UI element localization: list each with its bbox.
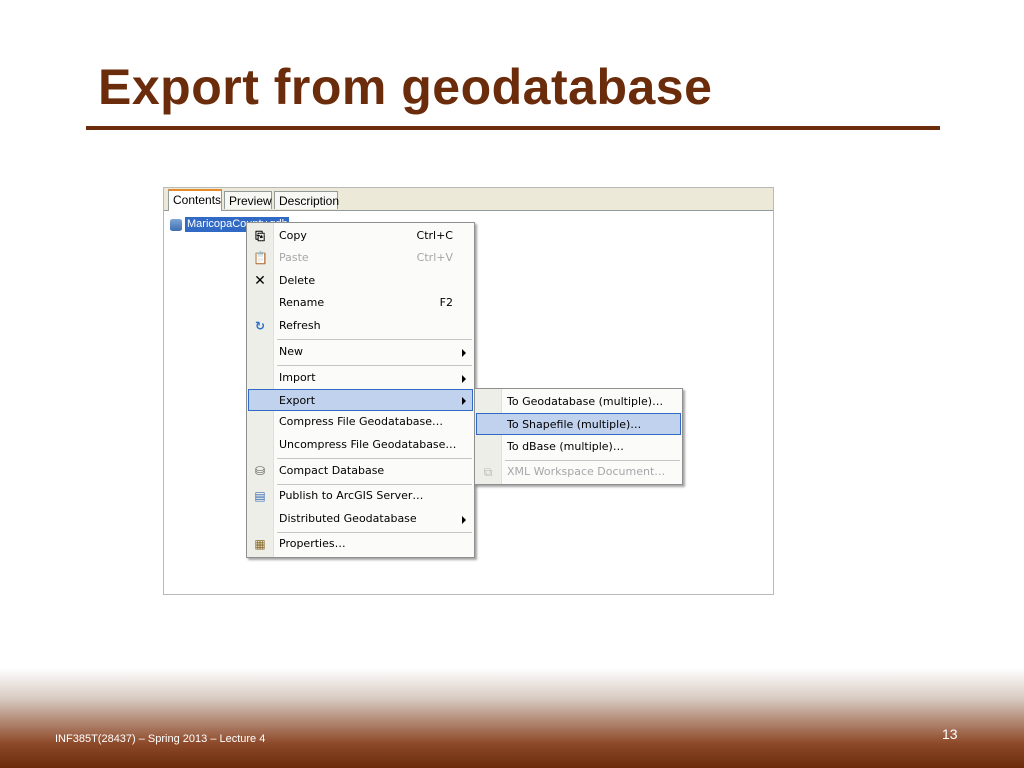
menu-item-label: Rename xyxy=(279,296,325,309)
menu-item-label: Publish to ArcGIS Server… xyxy=(279,489,424,502)
submenu-arrow-icon xyxy=(462,349,466,357)
menu-item-label: Distributed Geodatabase xyxy=(279,512,417,525)
export-submenu: To Geodatabase (multiple)… To Shapefile … xyxy=(474,388,683,485)
menu-item-publish[interactable]: ▤ Publish to ArcGIS Server… xyxy=(248,485,473,507)
menu-item-properties[interactable]: ▦ Properties… xyxy=(248,533,473,555)
menu-separator xyxy=(277,339,472,340)
footer-band xyxy=(0,668,1024,768)
publish-server-icon: ▤ xyxy=(254,489,266,503)
menu-item-compact-database[interactable]: ⛁ Compact Database xyxy=(248,460,473,482)
submenu-item-to-shapefile[interactable]: To Shapefile (multiple)… xyxy=(476,413,681,435)
menu-item-delete[interactable]: ✕ Delete xyxy=(248,270,473,292)
menu-item-rename[interactable]: Rename F2 xyxy=(248,292,473,314)
menu-item-distributed-geodatabase[interactable]: Distributed Geodatabase xyxy=(248,508,473,530)
paste-icon: 📋 xyxy=(253,251,268,265)
copy-icon: ⎘ xyxy=(255,229,265,243)
xml-workspace-icon: ⧉ xyxy=(483,465,493,479)
menu-item-new[interactable]: New xyxy=(248,341,473,363)
submenu-item-label: XML Workspace Document… xyxy=(507,465,666,478)
compact-database-icon: ⛁ xyxy=(254,464,266,478)
submenu-arrow-icon xyxy=(462,397,466,405)
menu-item-paste[interactable]: 📋 Paste Ctrl+V xyxy=(248,247,473,269)
properties-icon: ▦ xyxy=(254,537,266,551)
menu-item-label: Properties… xyxy=(279,537,346,550)
tab-description[interactable]: Description xyxy=(274,191,339,209)
menu-item-export[interactable]: Export xyxy=(248,389,473,411)
menu-item-label: Refresh xyxy=(279,319,321,332)
slide-title: Export from geodatabase xyxy=(98,59,713,115)
tab-preview[interactable]: Preview xyxy=(224,191,272,209)
submenu-arrow-icon xyxy=(462,375,466,383)
tab-contents[interactable]: Contents xyxy=(168,189,222,211)
page-number: 13 xyxy=(942,726,958,742)
footer-course-label: INF385T(28437) – Spring 2013 – Lecture 4 xyxy=(55,733,266,745)
context-menu: ⎘ Copy Ctrl+C 📋 Paste Ctrl+V ✕ Delete Re… xyxy=(246,222,475,558)
menu-item-copy[interactable]: ⎘ Copy Ctrl+C xyxy=(248,225,473,247)
menu-item-uncompress[interactable]: Uncompress File Geodatabase… xyxy=(248,434,473,456)
submenu-item-to-dbase[interactable]: To dBase (multiple)… xyxy=(476,436,681,458)
menu-item-shortcut: F2 xyxy=(439,296,453,309)
title-underline xyxy=(86,126,940,130)
submenu-item-label: To Shapefile (multiple)… xyxy=(507,418,642,431)
database-icon xyxy=(170,218,182,231)
menu-item-import[interactable]: Import xyxy=(248,367,473,389)
menu-item-refresh[interactable]: ↻ Refresh xyxy=(248,315,473,337)
refresh-icon: ↻ xyxy=(254,319,266,333)
submenu-item-label: To Geodatabase (multiple)… xyxy=(507,395,664,408)
menu-item-label: Copy xyxy=(279,229,307,242)
submenu-item-to-geodatabase[interactable]: To Geodatabase (multiple)… xyxy=(476,391,681,413)
menu-item-label: Import xyxy=(279,371,316,384)
menu-separator xyxy=(277,365,472,366)
menu-item-label: Uncompress File Geodatabase… xyxy=(279,438,457,451)
submenu-arrow-icon xyxy=(462,516,466,524)
menu-item-shortcut: Ctrl+V xyxy=(416,251,453,264)
menu-item-label: Paste xyxy=(279,251,309,264)
menu-item-label: Export xyxy=(279,394,316,407)
submenu-item-label: To dBase (multiple)… xyxy=(507,440,624,453)
delete-x-icon: ✕ xyxy=(254,273,266,289)
menu-item-compress[interactable]: Compress File Geodatabase… xyxy=(248,411,473,433)
menu-item-label: Compact Database xyxy=(279,464,385,477)
menu-item-label: New xyxy=(279,345,303,358)
menu-item-label: Compress File Geodatabase… xyxy=(279,415,444,428)
catalog-tab-bar: Contents Preview Description xyxy=(164,188,773,211)
menu-item-shortcut: Ctrl+C xyxy=(416,229,453,242)
menu-item-label: Delete xyxy=(279,274,316,287)
submenu-item-xml-workspace[interactable]: ⧉ XML Workspace Document… xyxy=(476,461,681,483)
menu-separator xyxy=(277,458,472,459)
